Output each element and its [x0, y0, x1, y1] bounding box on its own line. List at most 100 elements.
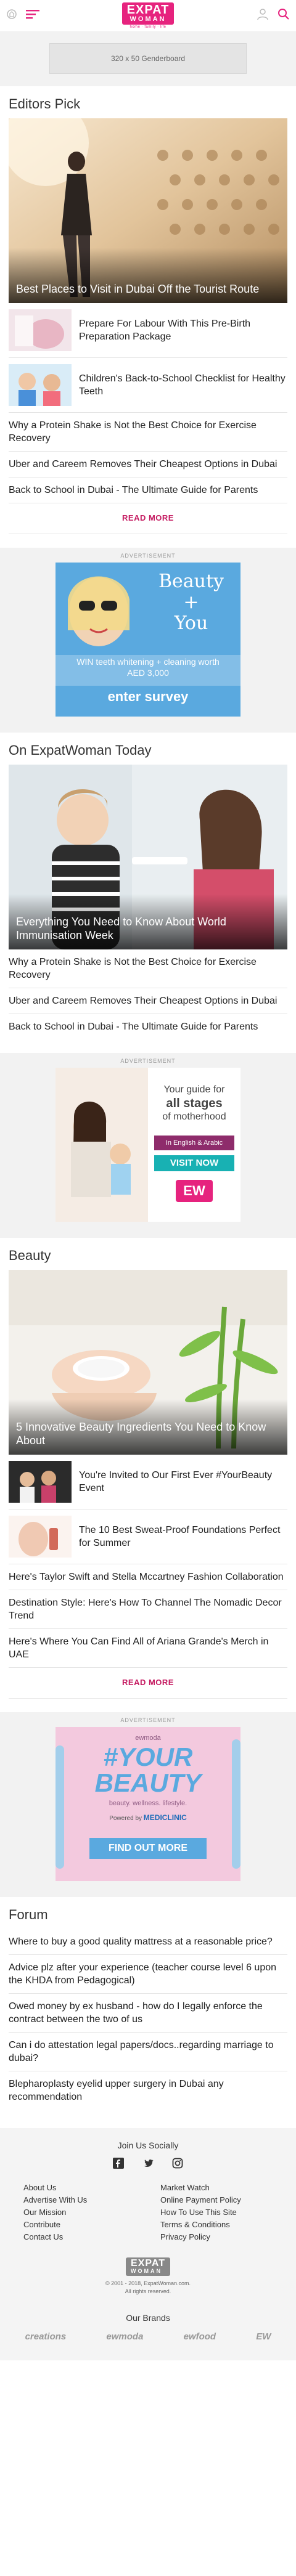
- mpu-ad-area: ADVERTISEMENT ewmoda #YOUR BEAUTY beauty…: [0, 1712, 296, 1897]
- editors-pick-section: Editors Pick Best Places to Visit in Dub…: [0, 86, 296, 534]
- user-icon[interactable]: [257, 8, 269, 23]
- menu-icon[interactable]: [26, 9, 39, 22]
- ad-powered-by: Powered by: [109, 1815, 142, 1822]
- footer-link[interactable]: Privacy Policy: [160, 2232, 273, 2241]
- forum-thread[interactable]: Can i do attestation legal papers/docs..…: [9, 2033, 287, 2071]
- footer-link[interactable]: Advertise With Us: [23, 2195, 136, 2204]
- list-item[interactable]: Why a Protein Shake is Not the Best Choi…: [9, 413, 287, 452]
- ad-brand-logo: EW: [176, 1180, 213, 1202]
- brand-logo-creations[interactable]: creations: [25, 2331, 67, 2342]
- ad-line-1: Your guide for: [163, 1084, 225, 1095]
- list-item[interactable]: Uber and Careem Removes Their Cheapest O…: [9, 988, 287, 1014]
- ad-line-2: all stages: [166, 1097, 223, 1110]
- ad-headline-2: You: [174, 612, 208, 634]
- ad-line-3: of motherhood: [162, 1111, 226, 1122]
- forum-thread[interactable]: Owed money by ex husband - how do I lega…: [9, 1994, 287, 2033]
- list-item-title: The 10 Best Sweat-Proof Foundations Perf…: [79, 1525, 281, 1548]
- editors-pick-hero[interactable]: Best Places to Visit in Dubai Off the To…: [9, 118, 287, 303]
- list-item[interactable]: The 10 Best Sweat-Proof Foundations Perf…: [9, 1509, 287, 1564]
- brands-title: Our Brands: [126, 2313, 170, 2323]
- section-title: Beauty: [9, 1248, 51, 1263]
- today-hero[interactable]: Everything You Need to Know About World …: [9, 765, 287, 949]
- ad-mother-image: [56, 1068, 148, 1222]
- list-item[interactable]: Here's Taylor Swift and Stella Mccartney…: [9, 1564, 287, 1590]
- rights-reserved: All rights reserved.: [125, 2288, 171, 2294]
- hero-title: 5 Innovative Beauty Ingredients You Need…: [16, 1421, 266, 1447]
- copyright: © 2001 - 2018, ExpatWoman.com.: [105, 2280, 191, 2286]
- beauty-survey-ad[interactable]: Beauty + You WIN teeth whitening + clean…: [56, 563, 240, 717]
- read-more-link[interactable]: READ MORE: [9, 1668, 287, 1699]
- ad-sponsor-logo: MEDICLINIC: [143, 1813, 187, 1822]
- footer-link[interactable]: Market Watch: [160, 2183, 273, 2192]
- footer-link[interactable]: Online Payment Policy: [160, 2195, 273, 2204]
- hero-title: Everything You Need to Know About World …: [16, 916, 226, 941]
- your-beauty-ad[interactable]: ewmoda #YOUR BEAUTY beauty. wellness. li…: [56, 1727, 240, 1881]
- list-item[interactable]: Why a Protein Shake is Not the Best Choi…: [9, 949, 287, 988]
- footer-links: About Us Market Watch Advertise With Us …: [0, 2183, 296, 2241]
- list-item[interactable]: Back to School in Dubai - The Ultimate G…: [9, 1014, 287, 1039]
- list-item[interactable]: Destination Style: Here's How To Channel…: [9, 1590, 287, 1629]
- search-icon[interactable]: [278, 8, 290, 23]
- brand-logo-ewfood[interactable]: ewfood: [184, 2331, 216, 2342]
- twitter-icon[interactable]: [142, 2158, 154, 2172]
- thumbnail-image: [9, 364, 72, 406]
- site-footer: Join Us Socially About Us Market Watch A…: [0, 2128, 296, 2360]
- leaderboard-ad[interactable]: 320 x 50 Genderboard: [49, 43, 247, 74]
- section-title: Forum: [9, 1907, 48, 1922]
- list-item-title: Children's Back-to-School Checklist for …: [79, 373, 286, 397]
- site-logo[interactable]: EXPAT WOMAN home · family · life: [121, 2, 175, 29]
- instagram-icon[interactable]: [172, 2158, 183, 2172]
- footer-link[interactable]: About Us: [23, 2183, 136, 2192]
- footer-link[interactable]: Our Mission: [23, 2208, 136, 2217]
- list-item[interactable]: Uber and Careem Removes Their Cheapest O…: [9, 452, 287, 477]
- list-item[interactable]: Here's Where You Can Find All of Ariana …: [9, 1629, 287, 1668]
- list-item[interactable]: Children's Back-to-School Checklist for …: [9, 358, 287, 413]
- advertisement-label: ADVERTISEMENT: [120, 1058, 176, 1064]
- footer-logo[interactable]: EXPAT WOMAN: [0, 2257, 296, 2276]
- site-header: EXPAT WOMAN home · family · life: [0, 0, 296, 32]
- footer-link[interactable]: Contribute: [23, 2220, 136, 2229]
- hero-title: Best Places to Visit in Dubai Off the To…: [16, 283, 260, 295]
- brand-logo-ewmoda[interactable]: ewmoda: [106, 2331, 143, 2342]
- ad-headline-2: BEAUTY: [94, 1768, 202, 1797]
- home-icon[interactable]: [6, 9, 17, 23]
- beauty-section: Beauty 5 Innovative Beauty Ingredients Y…: [0, 1238, 296, 1699]
- ad-headline-1: #YOUR: [103, 1742, 193, 1771]
- footer-logo-bottom: WOMAN: [131, 2268, 163, 2274]
- today-section: On ExpatWoman Today Everything You Need …: [0, 733, 296, 1039]
- visit-now-button[interactable]: VISIT NOW: [154, 1155, 234, 1171]
- thumbnail-image: [9, 1461, 72, 1503]
- list-item-title: Prepare For Labour With This Pre-Birth P…: [79, 319, 251, 342]
- motherhood-ad[interactable]: Your guide for all stages of motherhood …: [56, 1068, 240, 1222]
- beauty-hero[interactable]: 5 Innovative Beauty Ingredients You Need…: [9, 1270, 287, 1455]
- ad-offer: WIN teeth whitening + cleaning worth AED…: [76, 657, 220, 678]
- footer-link[interactable]: Contact Us: [23, 2232, 136, 2241]
- logo-tagline: home · family · life: [130, 25, 166, 29]
- footer-link[interactable]: Terms & Conditions: [160, 2220, 273, 2229]
- find-out-more-button[interactable]: FIND OUT MORE: [89, 1838, 207, 1859]
- forum-thread[interactable]: Advice plz after your experience (teache…: [9, 1955, 287, 1994]
- thumbnail-image: [9, 1516, 72, 1558]
- ad-language-banner: In English & Arabic: [154, 1136, 234, 1150]
- ad-subline: beauty. wellness. lifestyle.: [109, 1800, 187, 1807]
- list-item-title: You're Invited to Our First Ever #YourBe…: [79, 1470, 273, 1493]
- facebook-icon[interactable]: [113, 2158, 124, 2172]
- section-title: Editors Pick: [9, 96, 81, 112]
- list-item[interactable]: You're Invited to Our First Ever #YourBe…: [9, 1455, 287, 1509]
- advertisement-label: ADVERTISEMENT: [120, 553, 176, 559]
- list-item[interactable]: Prepare For Labour With This Pre-Birth P…: [9, 303, 287, 358]
- enter-survey-button[interactable]: enter survey: [56, 689, 240, 705]
- leaderboard-label: 320 x 50 Genderboard: [110, 54, 186, 63]
- mpu-ad-area: ADVERTISEMENT Your guide for all stages …: [0, 1053, 296, 1238]
- footer-link[interactable]: How To Use This Site: [160, 2208, 273, 2217]
- advertisement-label: ADVERTISEMENT: [120, 1717, 176, 1723]
- forum-thread[interactable]: Blepharoplasty eyelid upper surgery in D…: [9, 2071, 287, 2110]
- footer-logo-top: EXPAT: [131, 2258, 165, 2269]
- brand-logo-ew[interactable]: EW: [256, 2331, 271, 2342]
- read-more-link[interactable]: READ MORE: [9, 503, 287, 534]
- social-title: Join Us Socially: [117, 2140, 179, 2150]
- list-item[interactable]: Back to School in Dubai - The Ultimate G…: [9, 477, 287, 503]
- ad-top-brand: ewmoda: [135, 1734, 161, 1742]
- forum-thread[interactable]: Where to buy a good quality mattress at …: [9, 1929, 287, 1955]
- section-title: On ExpatWoman Today: [9, 742, 152, 758]
